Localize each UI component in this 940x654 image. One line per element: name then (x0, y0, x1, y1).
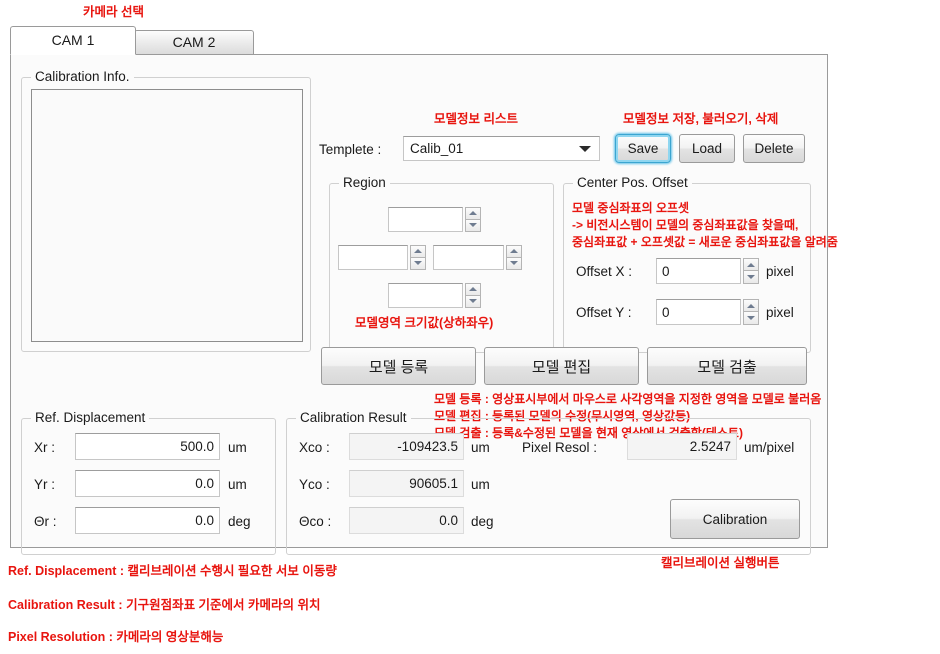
cam-tab-control: CAM 1 CAM 2 Calibration Info. Templete :… (10, 26, 838, 570)
calibration-info-caption: Calibration Info. (31, 69, 134, 84)
region-right-input[interactable] (433, 245, 504, 270)
calibration-button[interactable]: Calibration (670, 499, 800, 539)
model-edit-button[interactable]: 모델 편집 (484, 347, 639, 385)
yco-label: Yco : (299, 477, 330, 492)
annotation-center-offset-3: 중심좌표값 + 오프셋값 = 새로운 중심좌표값을 알려줌 (572, 235, 838, 249)
region-top-spinner[interactable] (465, 207, 481, 232)
theta-co-value (349, 507, 464, 534)
region-left-spinner[interactable] (410, 245, 426, 270)
spinner-down-icon[interactable] (465, 295, 481, 308)
theta-r-input[interactable] (75, 507, 220, 534)
region-left-input[interactable] (338, 245, 408, 270)
template-combobox-value: Calib_01 (410, 141, 464, 156)
spinner-up-icon[interactable] (743, 299, 759, 312)
offset-x-label: Offset X : (576, 264, 633, 279)
annotation-model-info-list: 모델정보 리스트 (434, 112, 518, 126)
xr-label: Xr : (34, 440, 56, 455)
yr-unit: um (228, 477, 247, 492)
template-label: Templete : (319, 142, 382, 157)
yco-unit: um (471, 477, 490, 492)
pixel-resol-value (627, 433, 737, 460)
legend-pixel-resolution: Pixel Resolution : 카메라의 영상분해능 (8, 630, 224, 644)
offset-x-unit: pixel (766, 264, 794, 279)
spinner-down-icon[interactable] (410, 257, 426, 270)
annotation-center-offset-2: -> 비전시스템이 모델의 중심좌표값을 찾을때, (572, 218, 799, 232)
spinner-up-icon[interactable] (465, 207, 481, 220)
offset-x-input[interactable] (656, 258, 741, 284)
annotation-region-size: 모델영역 크기값(상하좌우) (355, 316, 494, 330)
yco-value (349, 470, 464, 497)
center-offset-group: Center Pos. Offset 모델 중심좌표의 오프셋 -> 비전시스템… (563, 175, 838, 353)
spinner-up-icon[interactable] (465, 283, 481, 296)
offset-x-spinner[interactable] (743, 258, 759, 284)
offset-y-spinner[interactable] (743, 299, 759, 325)
annotation-center-offset-1: 모델 중심좌표의 오프셋 (572, 201, 690, 215)
region-bottom-spinner[interactable] (465, 283, 481, 308)
annotation-camera-select: 카메라 선택 (83, 5, 144, 19)
region-group: Region 모델영역 크기값(상하좌우) (329, 175, 554, 353)
calibration-result-caption: Calibration Result (296, 410, 411, 425)
save-button[interactable]: Save (615, 134, 671, 163)
xr-input[interactable] (75, 433, 220, 460)
offset-y-unit: pixel (766, 305, 794, 320)
xco-label: Xco : (299, 440, 330, 455)
center-offset-caption: Center Pos. Offset (573, 175, 692, 190)
theta-r-label: Θr : (34, 514, 57, 529)
legend-ref-displacement: Ref. Displacement : 캘리브레이션 수행시 필요한 서보 이동… (8, 564, 337, 578)
tab-strip: CAM 1 CAM 2 (10, 26, 828, 55)
legend-calibration-result: Calibration Result : 기구원점좌표 기준에서 카메라의 위치 (8, 598, 321, 612)
yr-label: Yr : (34, 477, 56, 492)
calibration-result-group: Calibration Result Xco : um Yco : um Θco… (286, 410, 811, 555)
annotation-model-info-actions: 모델정보 저장, 불러오기, 삭제 (623, 112, 779, 126)
spinner-down-icon[interactable] (465, 219, 481, 232)
xr-unit: um (228, 440, 247, 455)
spinner-up-icon[interactable] (506, 245, 522, 258)
model-register-button[interactable]: 모델 등록 (321, 347, 476, 385)
model-detect-button[interactable]: 모델 검출 (647, 347, 807, 385)
offset-y-input[interactable] (656, 299, 741, 325)
annotation-calibration-button: 캘리브레이션 실행버튼 (661, 556, 780, 570)
spinner-down-icon[interactable] (743, 271, 759, 284)
theta-co-label: Θco : (299, 514, 332, 529)
spinner-down-icon[interactable] (743, 312, 759, 325)
region-top-input[interactable] (388, 207, 463, 232)
offset-y-label: Offset Y : (576, 305, 632, 320)
region-right-spinner[interactable] (506, 245, 522, 270)
xco-unit: um (471, 440, 490, 455)
tab-page-cam-1: Calibration Info. Templete : 모델정보 리스트 모델… (10, 54, 838, 570)
spinner-down-icon[interactable] (506, 257, 522, 270)
ref-displacement-caption: Ref. Displacement (31, 410, 150, 425)
yr-input[interactable] (75, 470, 220, 497)
annotation-model-line-1: 모델 등록 : 영상표시부에서 마우스로 사각영역을 지정한 영역을 모델로 불… (434, 392, 822, 406)
delete-button[interactable]: Delete (743, 134, 805, 163)
template-combobox[interactable]: Calib_01 (403, 136, 600, 161)
tab-cam-1[interactable]: CAM 1 (10, 26, 136, 55)
calibration-info-group: Calibration Info. (21, 69, 311, 352)
xco-value (349, 433, 464, 460)
theta-co-unit: deg (471, 514, 494, 529)
chevron-down-icon (579, 146, 591, 152)
pixel-resol-label: Pixel Resol : (522, 440, 598, 455)
region-caption: Region (339, 175, 390, 190)
tab-cam-2[interactable]: CAM 2 (134, 30, 254, 54)
ref-displacement-group: Ref. Displacement Xr : um Yr : um Θr : d… (21, 410, 276, 555)
spinner-up-icon[interactable] (743, 258, 759, 271)
theta-r-unit: deg (228, 514, 251, 529)
spinner-up-icon[interactable] (410, 245, 426, 258)
pixel-resol-unit: um/pixel (744, 440, 795, 455)
load-button[interactable]: Load (679, 134, 735, 163)
region-bottom-input[interactable] (388, 283, 463, 308)
calibration-info-list[interactable] (31, 89, 303, 342)
